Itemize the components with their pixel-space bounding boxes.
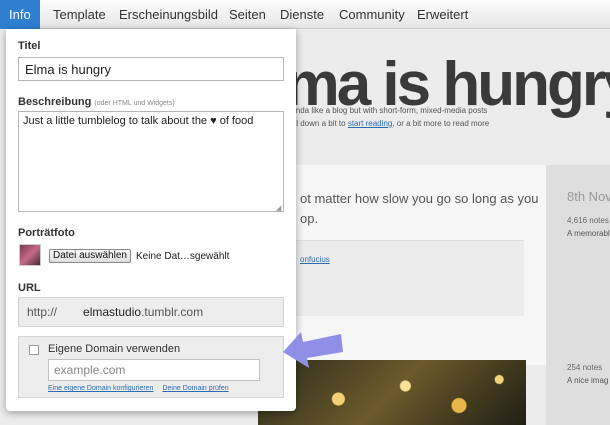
preview-notes-count-2: 254 notes [567, 363, 603, 372]
resize-grip-icon[interactable]: ◢ [276, 204, 281, 212]
url-field[interactable]: http:// elmastudio.tumblr.com [18, 297, 284, 327]
url-prefix: http:// [27, 305, 58, 319]
preview-side-link[interactable]: A memorabl [567, 229, 610, 238]
preview-tagline: kinda like a blog but with short-form, m… [290, 106, 488, 115]
tab-erweitert[interactable]: Erweitert [408, 0, 477, 29]
description-textarea[interactable] [18, 111, 284, 212]
top-navigation: Info Template Erscheinungsbild Seiten Di… [0, 0, 610, 29]
preview-tagline-2-prefix: oll down a bit to [290, 119, 346, 128]
file-choose-button[interactable]: Datei auswählen [49, 249, 131, 263]
preview-side-link-2[interactable]: A nice imag [567, 376, 608, 385]
description-label: Beschreibung (oder HTML und Widgets) [18, 96, 175, 108]
preview-quote: ot matter how slow you go so long as you… [300, 191, 539, 226]
url-suffix: .tumblr.com [141, 305, 204, 319]
configure-domain-link[interactable]: Eine eigene Domain konfigurieren [48, 385, 153, 392]
title-label: Titel [18, 40, 41, 52]
tab-dienste[interactable]: Dienste [271, 0, 333, 29]
description-hint: (oder HTML und Widgets) [94, 100, 175, 107]
preview-photo [258, 360, 526, 425]
portrait-label: Porträtfoto [18, 227, 75, 239]
callout-arrow-icon [283, 332, 343, 368]
custom-domain-label: Eigene Domain verwenden [48, 343, 181, 355]
avatar [19, 244, 41, 266]
preview-side-column [546, 165, 610, 425]
file-name-text: Keine Dat…sgewählt [136, 251, 230, 262]
preview-quote-source-link[interactable]: onfucius [300, 255, 330, 264]
tab-seiten[interactable]: Seiten [220, 0, 275, 29]
info-settings-panel: Titel Beschreibung (oder HTML und Widget… [6, 29, 296, 411]
custom-domain-box: Eigene Domain verwenden Eine eigene Doma… [18, 336, 284, 398]
tab-template[interactable]: Template [44, 0, 115, 29]
url-label: URL [18, 282, 41, 294]
tab-info[interactable]: Info [0, 0, 40, 29]
title-input[interactable] [18, 57, 284, 81]
preview-tagline-2-suffix: , or a bit more to read more [392, 119, 490, 128]
check-domain-link[interactable]: Deine Domain prüfen [162, 385, 228, 392]
preview-post-date: 8th Nov [567, 189, 610, 204]
description-label-text: Beschreibung [18, 96, 92, 108]
start-reading-link[interactable]: start reading [348, 119, 392, 128]
tab-erscheinungsbild[interactable]: Erscheinungsbild [110, 0, 227, 29]
preview-notes-count: 4,616 notes [567, 216, 609, 225]
custom-domain-input[interactable] [48, 359, 260, 381]
tab-community[interactable]: Community [330, 0, 414, 29]
preview-tagline-2: oll down a bit to start reading, or a bi… [290, 119, 489, 128]
custom-domain-checkbox[interactable] [29, 345, 39, 355]
domain-links: Eine eigene Domain konfigurieren Deine Do… [48, 385, 238, 392]
url-subdomain: elmastudio [83, 305, 142, 319]
